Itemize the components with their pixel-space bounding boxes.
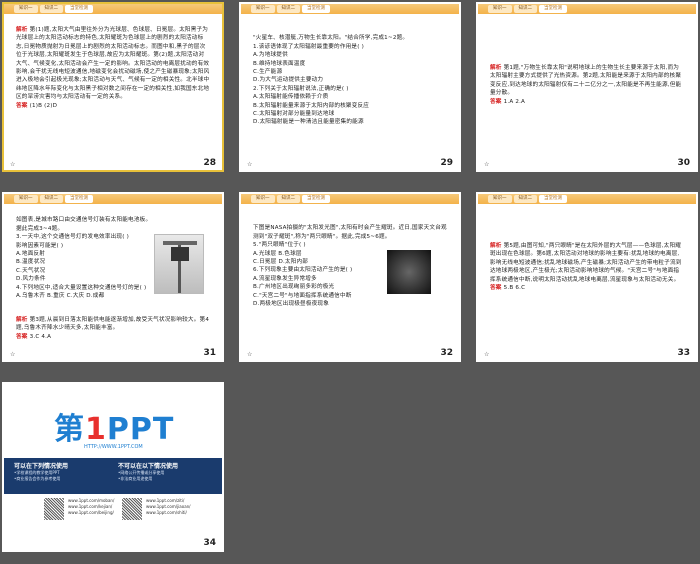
slide-content: 解析 第(1)题,太阳大气由里往外分为光球层、色球层、日冕层。太阳黑子为光球层上… <box>16 27 210 109</box>
can-use-title: 可以在下列情况使用 <box>14 463 69 470</box>
header-tab: 知识一 <box>488 5 512 13</box>
traffic-light-icon <box>163 241 197 293</box>
slide-note-icon: ☆ <box>247 351 253 358</box>
header-tab: 知识二 <box>513 195 537 203</box>
header-tab: 当堂检测 <box>302 5 330 13</box>
slide-note-icon: ☆ <box>10 161 16 168</box>
slide-note-icon: ☆ <box>10 351 16 358</box>
slide-thumbnail-29[interactable]: 知识一 知识二 当堂检测 "火星车、核潜艇,万物生长靠太阳。"结合所学,完成1~… <box>239 2 461 172</box>
slide-content: "火星车、核潜艇,万物生长靠太阳。"结合所学,完成1~2题。 1.该谚语体现了太… <box>253 35 409 126</box>
slide-thumbnail-28[interactable]: 知识一 知识二 当堂检测 解析 第(1)题,太阳大气由里往外分为光球层、色球层、… <box>2 2 224 172</box>
slide-thumbnail-30[interactable]: 知识一 知识二 当堂检测 解析 第1题,"万物生长靠太阳"说明地球上的生物生长主… <box>476 2 698 172</box>
header-tab: 知识一 <box>251 5 275 13</box>
header-tab: 当堂检测 <box>539 5 567 13</box>
slide-header-bar: 知识一 知识二 当堂检测 <box>478 194 696 204</box>
can-use-line: •商业报告会作为参考使用 <box>14 476 61 481</box>
header-tab: 当堂检测 <box>302 195 330 203</box>
traffic-light-photo <box>154 234 204 294</box>
slide-note-icon: ☆ <box>484 351 490 358</box>
link-list: www.1ppt.com/ziti/ www.1ppt.com/jiaoan/ … <box>146 498 191 516</box>
slide-thumbnail-32[interactable]: 知识一 知识二 当堂检测 下图是NASA拍摄的"太阳发光图",太阳有时会产生耀斑… <box>239 192 461 362</box>
slide-note-icon: ☆ <box>247 161 253 168</box>
slide-note-icon: ☆ <box>484 161 490 168</box>
slide-analysis: 解析 第3题,从晨到日落太阳能供电能逐渐增加,故受天气状况影响较大。第4题,乌鲁… <box>16 317 210 340</box>
slide-number: 31 <box>203 348 216 358</box>
slide-header-bar: 知识一 知识二 当堂检测 <box>241 194 459 204</box>
header-tab: 知识一 <box>251 195 275 203</box>
slide-number: 28 <box>203 158 216 168</box>
cannot-use-line: •非法商业用途使用 <box>118 476 153 481</box>
brand-url: HTTP://WWW.1PPT.COM <box>84 444 143 450</box>
slide-header-bar: 知识一 知识二 当堂检测 <box>4 194 222 204</box>
slide-number: 30 <box>677 158 690 168</box>
ad-link[interactable]: www.1ppt.com/shiti/ <box>146 510 191 516</box>
header-tab: 知识一 <box>14 195 38 203</box>
usage-band: 可以在下列情况使用 •学校课程的教学使用PPT •商业报告会作为参考使用 不可以… <box>4 458 222 494</box>
slide-number: 32 <box>440 348 453 358</box>
slide-thumbnail-34[interactable]: 第1PPT HTTP://WWW.1PPT.COM 可以在下列情况使用 •学校课… <box>2 382 224 552</box>
link-list: www.1ppt.com/moban/ www.1ppt.com/kejian/… <box>68 498 114 516</box>
qr-code-icon <box>44 498 64 520</box>
qr-code-icon <box>122 498 142 520</box>
slide-content: 解析 第5题,由图可知,"两只眼睛"是在太阳外层的大气层——色球层,太阳耀斑出现… <box>490 243 682 292</box>
header-tab: 知识一 <box>14 5 38 13</box>
slide-thumbnail-31[interactable]: 知识一 知识二 当堂检测 如图表,是城市路口由交通信号灯装有太阳能电池板。据此完… <box>2 192 224 362</box>
brand-logo: 第1PPT <box>54 412 175 447</box>
slide-content: 如图表,是城市路口由交通信号灯装有太阳能电池板。据此完成3~4题。 3.一天中,… <box>16 217 152 300</box>
slide-number: 29 <box>440 158 453 168</box>
header-tab: 当堂检测 <box>65 195 93 203</box>
slide-number: 34 <box>203 538 216 548</box>
header-tab: 知识二 <box>39 195 63 203</box>
header-tab: 当堂检测 <box>539 195 567 203</box>
header-tab: 知识二 <box>39 5 63 13</box>
header-tab: 知识二 <box>513 5 537 13</box>
slide-header-bar: 知识一 知识二 当堂检测 <box>241 4 459 14</box>
header-tab: 当堂检测 <box>65 5 93 13</box>
slide-header-bar: 知识一 知识二 当堂检测 <box>4 4 222 14</box>
slide-content: 解析 第1题,"万物生长靠太阳"说明地球上的生物生长主要来源于太阳,而为太阳辐射… <box>490 65 682 105</box>
ad-link[interactable]: www.1ppt.com/beijing/ <box>68 510 114 516</box>
cannot-use-title: 不可以在以下情况使用 <box>118 463 179 470</box>
header-tab: 知识二 <box>276 5 300 13</box>
header-tab: 知识二 <box>276 195 300 203</box>
slide-header-bar: 知识一 知识二 当堂检测 <box>478 4 696 14</box>
header-tab: 知识一 <box>488 195 512 203</box>
slide-thumbnail-33[interactable]: 知识一 知识二 当堂检测 解析 第5题,由图可知,"两只眼睛"是在太阳外层的大气… <box>476 192 698 362</box>
sun-photo <box>387 250 431 294</box>
slide-number: 33 <box>677 348 690 358</box>
